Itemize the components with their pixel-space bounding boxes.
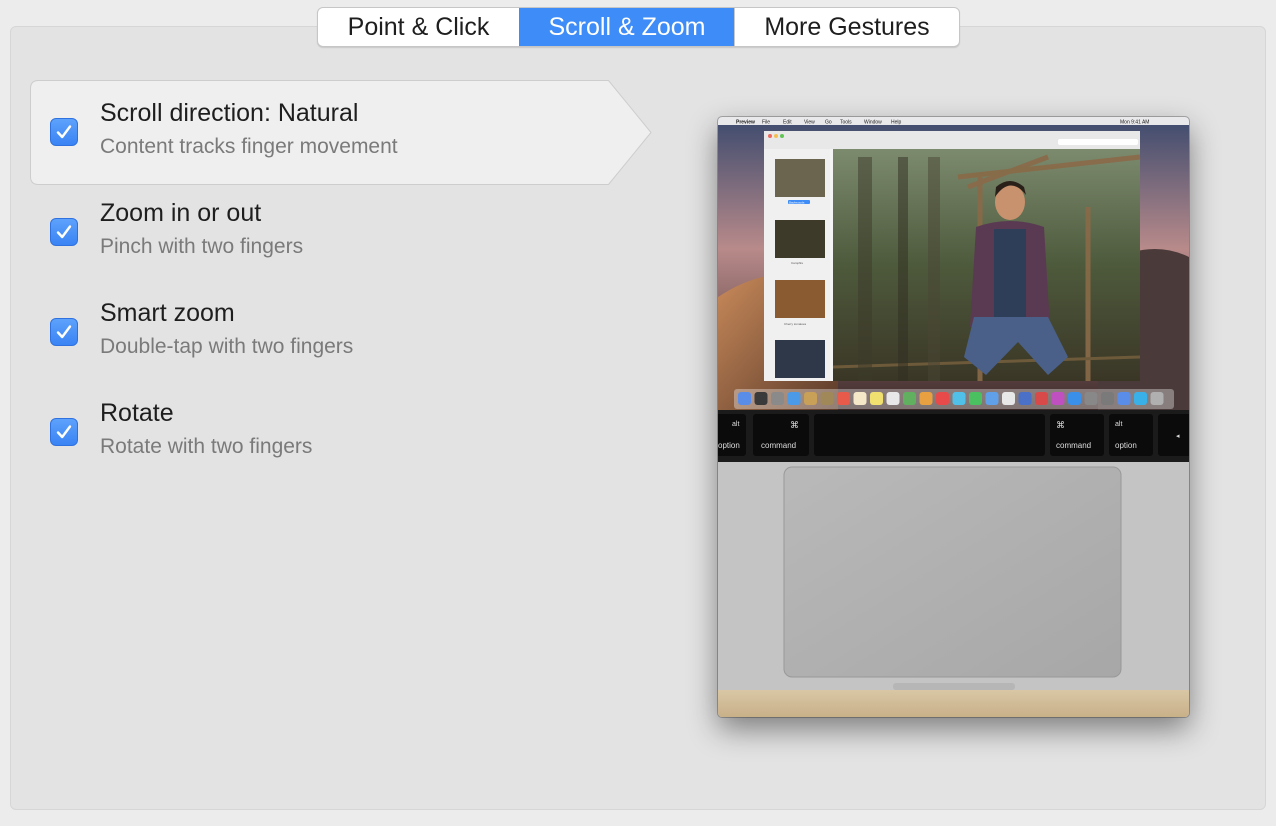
close-icon [768,134,772,138]
dock-app-icon [870,392,883,405]
menu-clock: Mon 9:41 AM [1120,120,1149,126]
option-rotate[interactable]: Rotate Rotate with two fingers [30,380,650,485]
option-smart-zoom[interactable]: Smart zoom Double-tap with two fingers [30,280,650,385]
tab-bar: Point & Click Scroll & Zoom More Gesture… [317,7,960,47]
key-label: option [1115,441,1137,450]
dock-app-icon [886,392,900,405]
dock-app-icon [919,392,933,405]
dock-app-icon [1084,392,1098,405]
dock-app-icon [1068,392,1081,405]
menu-item: Edit [783,120,792,126]
tab-more-gestures[interactable]: More Gestures [734,8,959,46]
dock-app-icon [969,392,982,405]
scroll-direction-checkbox[interactable] [50,118,78,146]
dock-app-icon [936,392,949,405]
dock-app-icon [985,392,999,405]
option-subtitle: Double-tap with two fingers [100,335,354,358]
dock-app-icon [738,392,751,405]
dock-app-icon [1150,392,1164,405]
option-scroll-direction[interactable]: Scroll direction: Natural Content tracks… [30,80,652,185]
desk-surface [718,690,1189,717]
option-title: Scroll direction: Natural [100,99,359,127]
search-field [1058,139,1138,145]
selected-row-background [30,80,652,185]
thumbnail-caption: Backwoods [789,200,805,204]
dock-app-icon [853,392,867,405]
thumbnail-3 [775,280,825,318]
dock-app-icon [1051,392,1065,405]
gesture-preview: Preview File Edit View Go Tools Window Help Mo… [718,117,1189,717]
menu-app: Preview [736,120,755,126]
dock-app-icon [771,392,784,405]
option-subtitle: Content tracks finger movement [100,135,398,158]
option-subtitle: Pinch with two fingers [100,235,304,258]
dock-app-icon [903,392,916,405]
checkmark-icon [56,125,72,139]
thumbnail-caption: Cherry tomatoes [784,322,807,326]
thumbnail-caption: Campfire [791,261,804,265]
dock-app-icon [1101,392,1114,405]
menu-item: View [804,120,815,126]
minimize-icon [774,134,778,138]
key-space [814,414,1045,456]
dock-app-icon [1117,392,1131,405]
dock-app-icon [952,392,966,405]
key-label: command [1056,441,1091,450]
key-label: ⌘ [790,421,799,431]
trackpad [783,466,1122,678]
option-title: Rotate [100,399,174,427]
thumbnail-4 [775,340,825,378]
key-label: ⌘ [1056,421,1065,431]
option-zoom-in-or-out[interactable]: Zoom in or out Pinch with two fingers [30,180,650,285]
thumbnail-1 [775,159,825,197]
key-label: alt [1115,421,1122,428]
dock-app-icon [754,392,768,405]
dock-app-icon [787,392,801,405]
menu-item: Go [825,120,832,126]
dock-app-icon [820,392,834,405]
thumbnail-2 [775,220,825,258]
smart-zoom-checkbox[interactable] [50,318,78,346]
zoom-checkbox[interactable] [50,218,78,246]
menu-item: File [762,120,770,126]
macbook-illustration: Preview File Edit View Go Tools Window Help Mo… [718,117,1189,717]
dock-app-icon [837,392,850,405]
key-label: option [718,441,740,450]
dock-app-icon [804,392,817,405]
laptop-notch [893,683,1015,690]
menu-item: Window [864,120,882,126]
tab-point-and-click[interactable]: Point & Click [318,8,519,46]
dock-app-icon [1002,392,1015,405]
checkmark-icon [56,425,72,439]
checkmark-icon [56,225,72,239]
dock-app-icon [1035,392,1048,405]
zoom-icon [780,134,784,138]
menu-item: Tools [840,120,852,126]
key-label: ◂ [1176,432,1180,440]
rotate-checkbox[interactable] [50,418,78,446]
tab-scroll-and-zoom[interactable]: Scroll & Zoom [519,8,734,46]
option-title: Zoom in or out [100,199,262,227]
option-title: Smart zoom [100,299,235,327]
dock-app-icon [1134,392,1147,405]
dock-app-icon [1018,392,1032,405]
key-label: alt [732,421,739,428]
checkmark-icon [56,325,72,339]
option-subtitle: Rotate with two fingers [100,435,313,458]
key-label: command [761,441,796,450]
menu-item: Help [891,120,902,126]
key-arrow-left [1158,414,1189,456]
